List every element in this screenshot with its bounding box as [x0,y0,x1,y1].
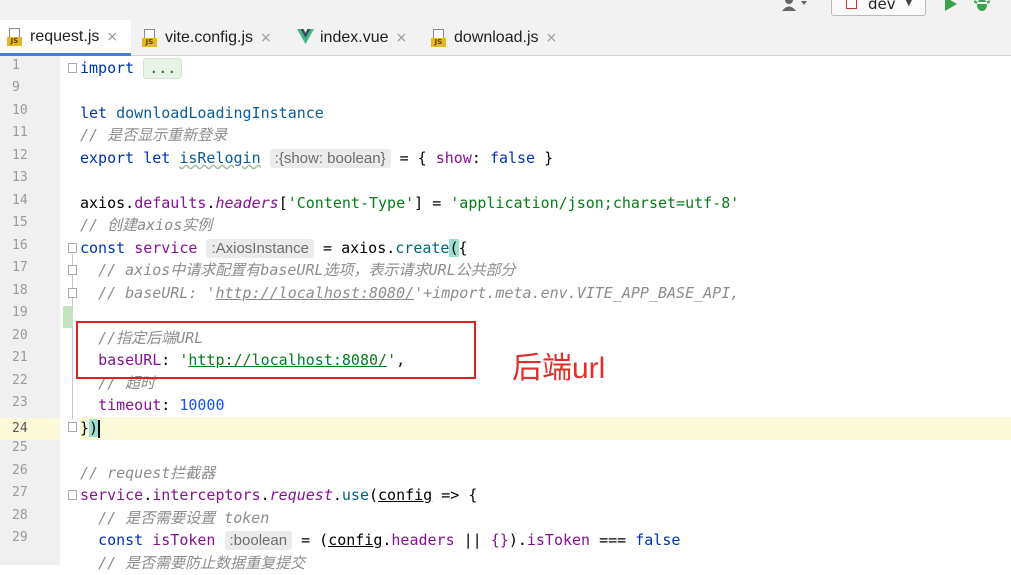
fold-toggle-icon[interactable] [68,422,77,432]
code-line: // 创建axios实例 [80,216,213,234]
code-line: // request拦截器 [80,464,216,482]
code-line-current: }) [80,417,1011,440]
code-line: axios.defaults.headers['Content-Type'] =… [80,194,740,212]
tab-label: vite.config.js [165,29,254,46]
tab-download-js[interactable]: JS download.js × [431,20,557,56]
fold-toggle-icon[interactable] [68,288,77,298]
code-line: // baseURL: 'http://localhost:8080/'+imp… [98,284,740,302]
js-file-icon: JS [7,27,23,46]
user-icon[interactable] [782,0,816,15]
tab-label: index.vue [320,29,389,46]
chevron-down-icon: ▼ [905,0,913,8]
branch-selector[interactable]: dev ▼ [831,0,926,16]
branch-icon [846,0,857,9]
code-line: // 是否需要设置 token [98,509,270,527]
code-line: let downloadLoadingInstance [80,104,324,122]
top-toolbar: dev ▼ [0,0,1011,20]
line-number-current: 24 [0,418,60,440]
fold-toggle-icon[interactable] [68,63,77,73]
editor-tab-bar: JS request.js × JS vite.config.js × inde… [0,20,1011,56]
close-icon[interactable]: × [260,30,272,46]
close-icon[interactable]: × [106,29,118,45]
highlight-box [76,321,476,379]
fold-toggle-icon[interactable] [68,265,77,275]
code-line: // 是否显示重新登录 [80,126,228,144]
type-hint: :{show: boolean} [269,149,391,168]
tab-vite-config-js[interactable]: JS vite.config.js × [142,20,272,56]
tab-label: download.js [454,29,539,46]
type-hint: :boolean [224,531,293,550]
close-icon[interactable]: × [546,30,558,46]
code-line: const isToken :boolean = (config.headers… [98,531,681,550]
bug-icon[interactable] [973,0,991,13]
tab-request-js[interactable]: JS request.js × [0,20,131,56]
code-editor[interactable]: import ... let downloadLoadingInstance /… [80,56,1011,572]
code-line: timeout: 10000 [98,396,225,414]
url-link[interactable]: http://localhost:8080/ [215,284,414,302]
js-file-icon: JS [431,29,447,47]
tab-index-vue[interactable]: index.vue × [297,20,407,56]
folded-imports[interactable]: ... [143,58,183,79]
annotation-label: 后端url [512,352,606,385]
line-number-gutter[interactable]: 1 9 10 11 12 13 14 15 16 17 18 19 20 21 … [0,56,60,565]
fold-toggle-icon[interactable] [68,490,77,500]
js-file-icon: JS [142,29,158,47]
close-icon[interactable]: × [396,30,408,46]
text-caret [98,419,101,438]
code-line: import ... [80,57,1011,80]
vcs-change-marker[interactable] [63,306,73,328]
fold-guide [72,254,73,419]
branch-name: dev [868,0,896,13]
tab-label: request.js [30,27,100,45]
code-line: const service :AxiosInstance = axios.cre… [80,239,468,258]
code-line: export let isRelogin :{show: boolean} = … [80,149,554,168]
code-line: service.interceptors.request.use(config … [80,486,478,504]
play-icon[interactable] [944,0,958,15]
fold-toggle-icon[interactable] [68,243,77,253]
code-line: // 是否需要防止数据重复提交 [98,554,306,572]
vue-file-icon [297,29,314,47]
type-hint: :AxiosInstance [206,239,314,258]
code-line: // axios中请求配置有baseURL选项，表示请求URL公共部分 [98,261,516,279]
